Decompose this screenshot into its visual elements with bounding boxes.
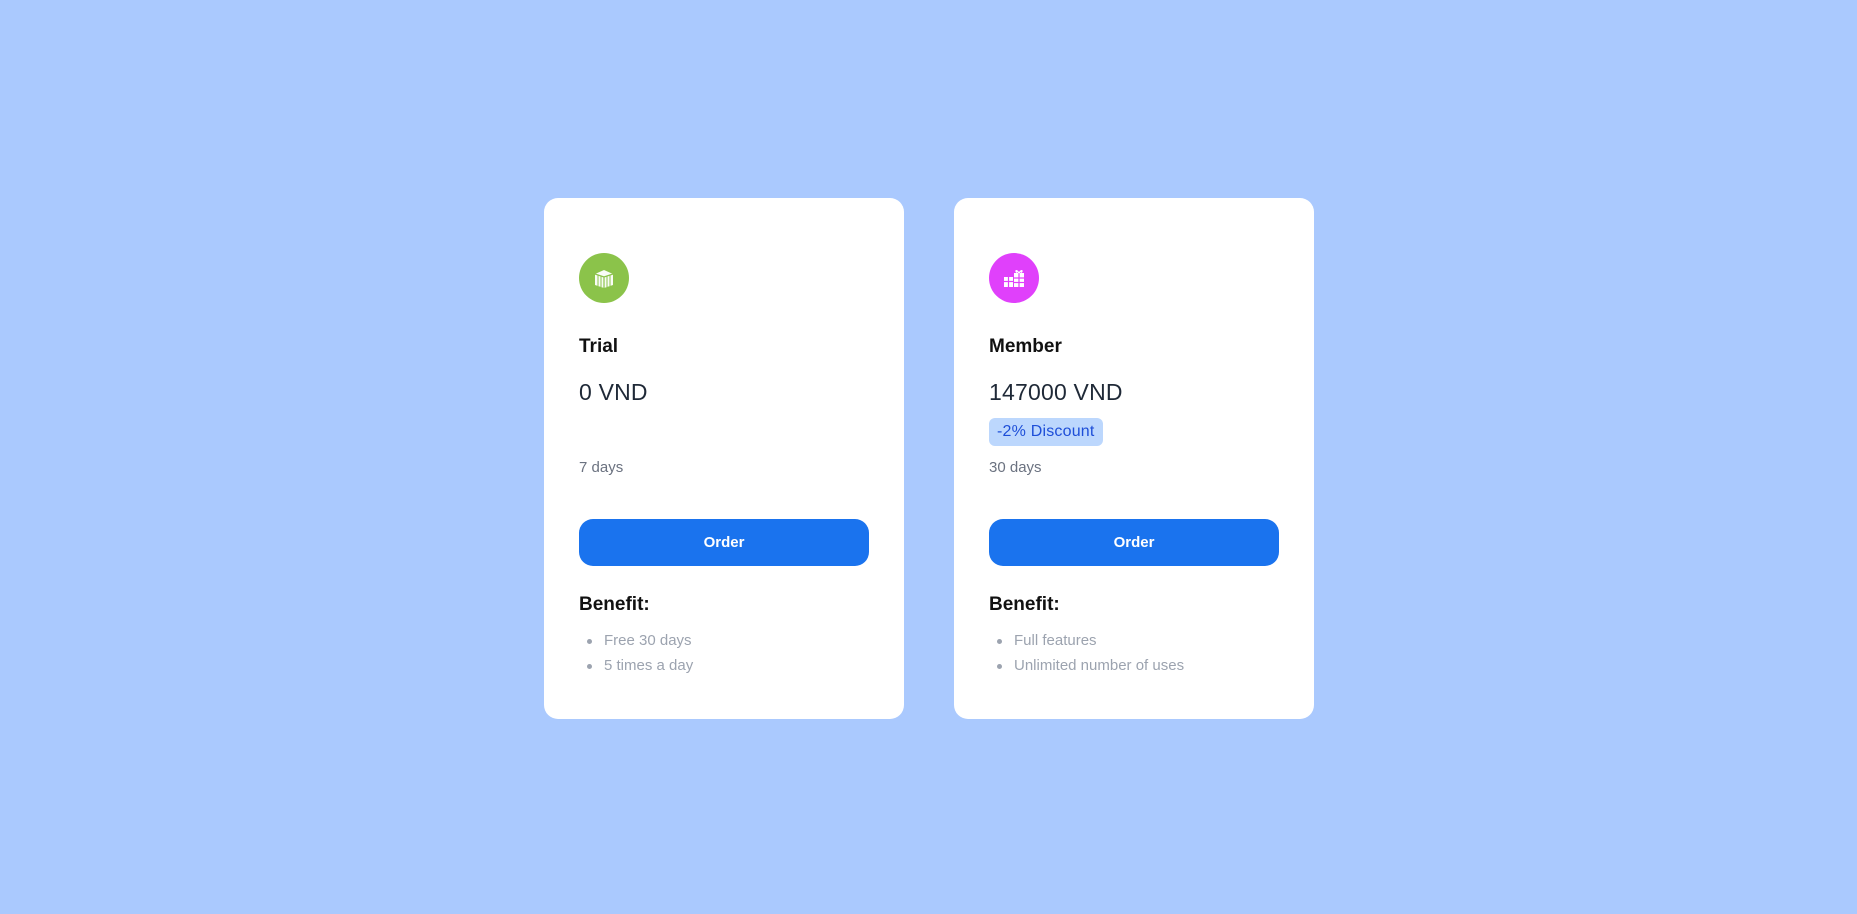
plan-price: 147000 VND <box>989 379 1123 405</box>
benefit-item: Full features <box>989 631 1184 656</box>
box-icon <box>579 253 629 303</box>
benefit-item: Unlimited number of uses <box>989 656 1184 681</box>
benefit-title: Benefit: <box>579 594 650 615</box>
benefit-list: Free 30 days 5 times a day <box>579 631 693 681</box>
plan-duration: 30 days <box>989 459 1042 476</box>
plan-card-trial: Trial 0 VND 7 days Order Benefit: Free 3… <box>544 198 904 719</box>
benefit-list: Full features Unlimited number of uses <box>989 631 1184 681</box>
plan-price: 0 VND <box>579 379 648 405</box>
discount-badge: -2% Discount <box>989 418 1103 446</box>
plan-name: Member <box>989 336 1062 357</box>
benefit-item: 5 times a day <box>579 656 693 681</box>
order-button-member[interactable]: Order <box>989 519 1279 566</box>
plan-card-member: Member 147000 VND -2% Discount 30 days O… <box>954 198 1314 719</box>
plan-name: Trial <box>579 336 619 357</box>
pricing-page: Trial 0 VND 7 days Order Benefit: Free 3… <box>0 0 1857 914</box>
benefit-item: Free 30 days <box>579 631 693 656</box>
plan-duration: 7 days <box>579 459 624 476</box>
order-button-trial[interactable]: Order <box>579 519 869 566</box>
gifts-icon <box>989 253 1039 303</box>
benefit-title: Benefit: <box>989 594 1060 615</box>
